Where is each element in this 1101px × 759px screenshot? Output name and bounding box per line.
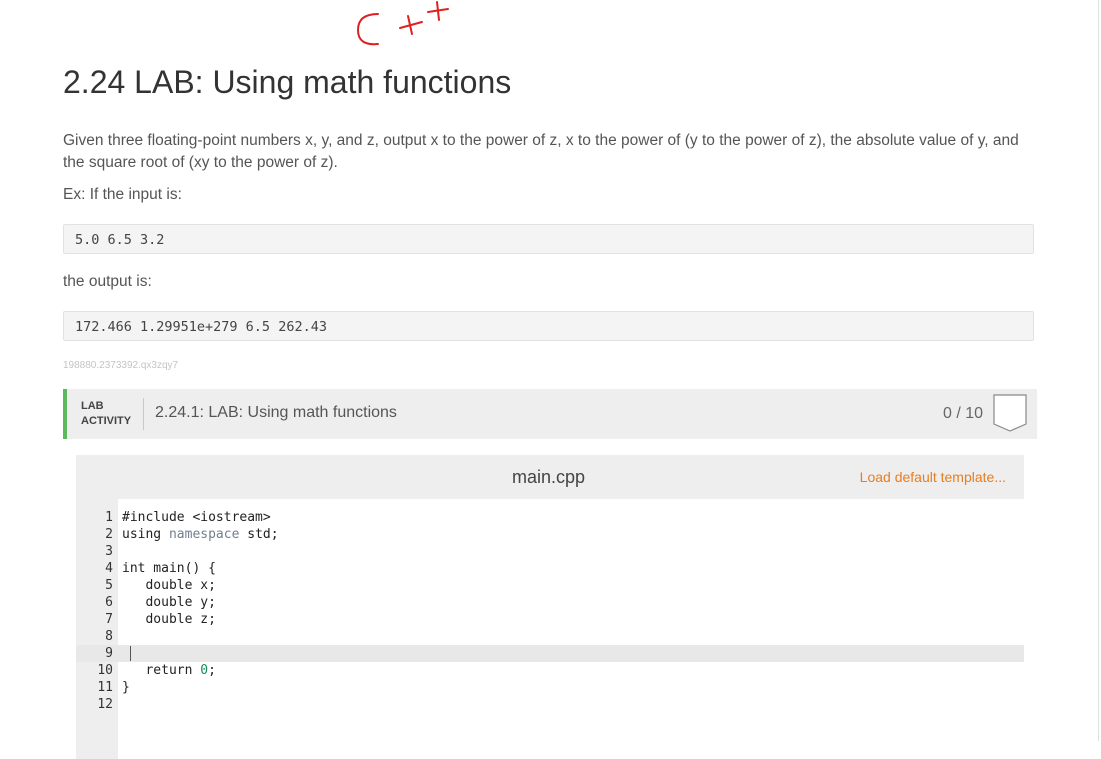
code-line[interactable]: 5 double x; [76, 577, 1024, 594]
lab-activity-tag: LAB ACTIVITY [81, 400, 132, 427]
code-editor-panel: main.cpp Load default template... 1 #incl… [76, 455, 1024, 759]
handwritten-cpp-annotation [356, 1, 449, 46]
code-text[interactable]: double y; [122, 594, 215, 611]
text-cursor [130, 646, 131, 661]
code-line[interactable]: 9 [76, 645, 1024, 662]
code-text[interactable]: } [122, 679, 130, 696]
code-line[interactable]: 7 double z; [76, 611, 1024, 628]
editor-header: main.cpp Load default template... [76, 455, 1024, 499]
lab-score: 0 / 10 [943, 405, 984, 422]
line-number: 3 [105, 544, 113, 559]
line-number: 2 [105, 527, 113, 542]
line-number: 1 [105, 510, 113, 525]
code-text[interactable]: #include <iostream> [122, 509, 271, 526]
code-text[interactable]: int main() { [122, 560, 216, 577]
header-divider [143, 398, 144, 430]
code-line[interactable]: 8 [76, 628, 1024, 645]
line-number: 5 [105, 578, 113, 593]
line-number: 11 [97, 680, 113, 695]
file-name: main.cpp [512, 467, 586, 487]
example-output: 172.466 1.29951e+279 6.5 262.43 [63, 311, 1034, 341]
code-line[interactable]: 4 int main() { [76, 560, 1024, 577]
example-input: 5.0 6.5 3.2 [63, 224, 1034, 254]
code-text[interactable]: using namespace std; [122, 526, 279, 543]
code-text[interactable]: double z; [122, 611, 215, 628]
line-number: 12 [97, 697, 113, 712]
code-text[interactable]: double x; [122, 577, 215, 594]
lab-activity-header: LAB ACTIVITY 2.24.1: LAB: Using math fun… [63, 389, 1037, 439]
code-line[interactable]: 3 [76, 543, 1024, 560]
line-number: 4 [105, 561, 113, 576]
code-line[interactable]: 10 return 0; [76, 662, 1024, 679]
load-default-template-link[interactable]: Load default template... [860, 469, 1006, 485]
code-line[interactable]: 2 using namespace std; [76, 526, 1024, 543]
page-title: 2.24 LAB: Using math functions [63, 64, 512, 100]
example-intro: Ex: If the input is: [63, 186, 182, 203]
lab-activity-name: 2.24.1: LAB: Using math functions [155, 404, 397, 421]
page-right-border [1098, 0, 1099, 741]
line-number: 7 [105, 612, 113, 627]
line-number: 6 [105, 595, 113, 610]
code-line[interactable]: 12 [76, 696, 1024, 713]
completion-badge-icon [993, 394, 1027, 432]
output-intro: the output is: [63, 273, 152, 290]
line-number: 8 [105, 629, 113, 644]
line-number: 10 [97, 663, 113, 678]
code-text[interactable]: return 0; [122, 662, 215, 679]
code-line[interactable]: 1 #include <iostream> [76, 509, 1024, 526]
code-line[interactable]: 6 double y; [76, 594, 1024, 611]
code-line[interactable]: 11} [76, 679, 1024, 696]
content-resource-id: 198880.2373392.qx3zqy7 [63, 360, 179, 371]
line-number: 9 [105, 646, 113, 661]
problem-description: Given three floating-point numbers x, y,… [63, 132, 1019, 171]
